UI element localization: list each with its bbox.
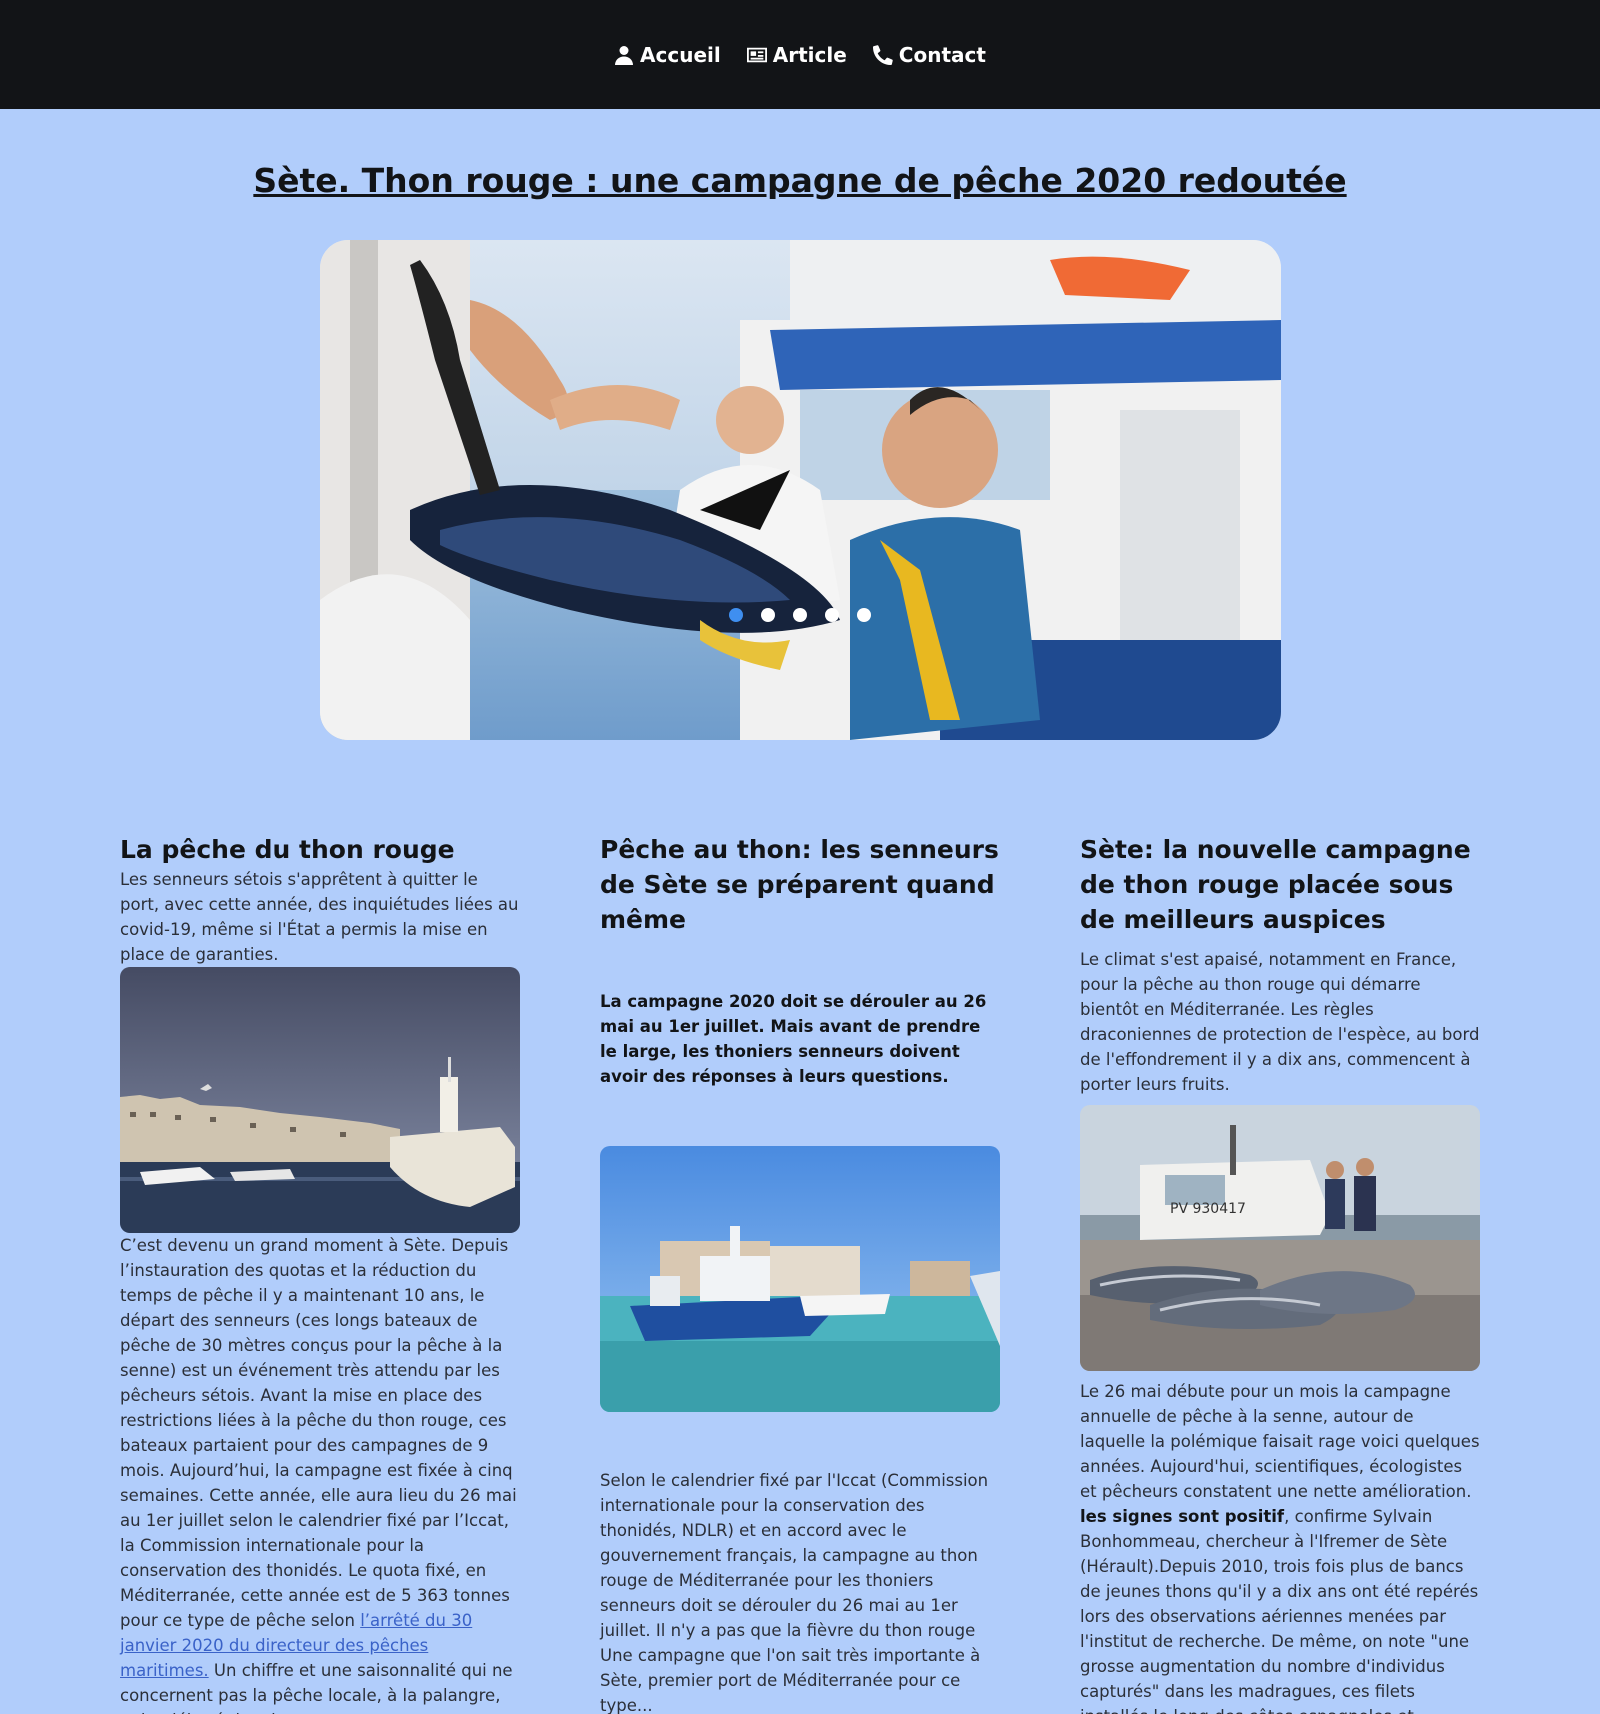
carousel-dot-1[interactable] [729,608,743,622]
article-1-intro: Les senneurs sétois s'apprêtent à quitte… [120,870,519,964]
nav-contact[interactable]: Contact [872,42,986,67]
carousel-dot-2[interactable] [761,608,775,622]
article-2-heading: Pêche au thon: les senneurs de Sète se p… [600,835,999,934]
article-1-body: C’est devenu un grand moment à Sète. Dep… [120,1233,520,1714]
user-icon [615,45,634,65]
article-3-heading: Sète: la nouvelle campagne de thon rouge… [1080,835,1471,934]
article-1-heading: La pêche du thon rouge [120,835,455,864]
article-3-intro: Le climat s'est apaisé, notamment en Fra… [1080,950,1480,1094]
article-3-quote: les signes sont positif [1080,1507,1285,1526]
nav-accueil-label: Accueil [640,42,721,67]
article-columns: La pêche du thon rouge Les senneurs séto… [0,832,1600,1714]
article-3-body-text: Le 26 mai débute pour un mois la campagn… [1080,1382,1480,1501]
boat-registration-label: PV 930417 [1170,1201,1246,1217]
article-card-3: Sète: la nouvelle campagne de thon rouge… [1080,832,1480,1714]
article-2-image [600,1146,1000,1412]
article-card-1: La pêche du thon rouge Les senneurs séto… [120,832,520,1714]
nav-contact-label: Contact [898,42,986,67]
top-navbar: Accueil Article Contact [0,0,1600,109]
carousel-dot-5[interactable] [857,608,871,622]
carousel-dot-3[interactable] [793,608,807,622]
article-3-body: Le 26 mai débute pour un mois la campagn… [1080,1379,1480,1714]
carousel-dot-4[interactable] [825,608,839,622]
article-2-body: Selon le calendrier fixé par l'Iccat (Co… [600,1471,989,1714]
nav-accueil[interactable]: Accueil [614,43,721,67]
image-carousel[interactable] [319,240,1281,740]
article-2-lead: La campagne 2020 doit se dérouler au 26 … [600,992,987,1086]
article-card-2: Pêche au thon: les senneurs de Sète se p… [600,832,1000,1714]
phone-icon [872,44,893,65]
page-title: Sète. Thon rouge : une campagne de pêche… [253,161,1347,200]
newspaper-icon [746,47,767,62]
article-3-image: PV 930417 [1080,1105,1480,1371]
article-1-body-text: C’est devenu un grand moment à Sète. Dep… [120,1236,517,1630]
nav-article[interactable]: Article [746,42,847,67]
article-3-body-end: , confirme Sylvain Bonhommeau, chercheur… [1080,1507,1479,1714]
carousel-slide-image [319,240,1281,740]
nav-article-label: Article [772,42,847,67]
article-1-image [120,967,520,1233]
carousel-indicators [320,608,1281,622]
